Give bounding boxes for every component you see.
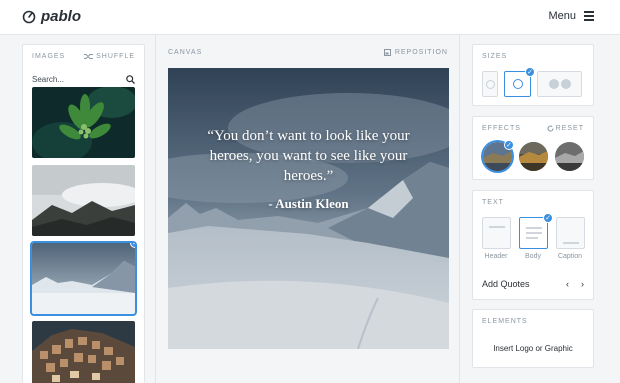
top-bar: pablo Menu	[0, 0, 620, 35]
canvas-area: CANVAS REPOSITION “You don’t want to loo…	[155, 35, 460, 383]
text-style-body-line	[526, 237, 538, 239]
text-style-header[interactable]	[482, 217, 511, 249]
effect-swatch-mono[interactable]	[555, 142, 584, 171]
design-canvas[interactable]: “You don’t want to look like your heroes…	[168, 68, 449, 349]
logo-text: pablo	[41, 8, 81, 25]
selected-check-icon: ✓	[504, 140, 514, 150]
effects-title: EFFECTS	[482, 125, 521, 132]
effect-preview-mono	[555, 142, 584, 171]
text-style-body-line	[526, 232, 542, 234]
previous-quote-arrow-icon[interactable]: ‹	[566, 279, 569, 289]
search-icon[interactable]	[126, 74, 135, 84]
left-gutter	[0, 35, 22, 383]
reset-icon	[547, 125, 554, 132]
snow-mountains-image	[32, 243, 135, 314]
image-thumbnail-hillside-town[interactable]	[32, 321, 135, 383]
shuffle-label: SHUFFLE	[96, 53, 135, 60]
text-style-caption-label: Caption	[557, 253, 583, 260]
text-style-header-line	[489, 226, 505, 228]
menu-label: Menu	[548, 10, 576, 22]
selected-check-icon: ✓	[543, 213, 553, 223]
size-option-facebook-twitter[interactable]	[537, 71, 582, 97]
quote-author[interactable]: - Austin Kleon	[168, 196, 449, 212]
image-thumbnail-snow-mountains[interactable]: ✓	[30, 241, 137, 316]
image-thumbnail-leaves[interactable]	[32, 87, 135, 158]
text-panel: TEXT Header ✓ Body Caption Add Quotes ‹ …	[472, 190, 594, 300]
text-title: TEXT	[482, 199, 504, 206]
search-input[interactable]: Search...	[32, 71, 135, 87]
reset-button[interactable]: RESET	[547, 125, 584, 132]
pablo-logo-icon	[22, 10, 36, 23]
reposition-icon	[383, 49, 391, 56]
logo[interactable]: pablo	[22, 8, 81, 25]
mist-mountain-image	[32, 165, 135, 236]
insert-logo-button[interactable]: Insert Logo or Graphic	[473, 344, 593, 353]
text-style-body-line	[526, 227, 542, 229]
twitter-icon	[560, 79, 571, 89]
size-option-instagram[interactable]: ✓	[504, 67, 535, 97]
size-option-pinterest[interactable]	[482, 71, 498, 97]
reposition-label: REPOSITION	[394, 49, 448, 56]
text-style-caption-line	[563, 242, 579, 244]
facebook-icon	[548, 79, 559, 89]
text-style-header-label: Header	[484, 253, 508, 260]
text-style-body[interactable]	[519, 217, 548, 249]
text-style-body-label: Body	[525, 253, 541, 260]
hamburger-icon	[584, 11, 594, 21]
leaves-image	[32, 87, 135, 158]
add-quotes-row: Add Quotes ‹ ›	[482, 279, 584, 289]
hillside-town-image	[32, 321, 135, 383]
canvas-title: CANVAS	[168, 49, 203, 56]
sizes-panel: SIZES ✓	[472, 44, 594, 106]
quote-text[interactable]: “You don’t want to look like your heroes…	[198, 126, 419, 186]
images-panel: IMAGES SHUFFLE Search...	[22, 44, 145, 383]
reposition-button[interactable]: REPOSITION	[383, 49, 448, 56]
sizes-title: SIZES	[482, 53, 508, 60]
elements-title: ELEMENTS	[482, 318, 528, 325]
instagram-icon	[512, 79, 523, 89]
effect-swatch-warm[interactable]	[519, 142, 548, 171]
images-title: IMAGES	[32, 53, 66, 60]
shuffle-button[interactable]: SHUFFLE	[84, 53, 135, 60]
add-quotes-button[interactable]: Add Quotes	[482, 279, 530, 289]
shuffle-icon	[84, 54, 94, 59]
menu-button[interactable]: Menu	[548, 10, 594, 22]
pinterest-icon	[485, 79, 495, 89]
effect-preview-warm	[519, 142, 548, 171]
next-quote-arrow-icon[interactable]: ›	[581, 279, 584, 289]
elements-panel: ELEMENTS Insert Logo or Graphic	[472, 309, 594, 368]
search-placeholder: Search...	[32, 74, 65, 84]
effects-panel: EFFECTS RESET ✓	[472, 116, 594, 180]
image-thumbnail-mist-mountain[interactable]	[32, 165, 135, 236]
text-style-caption[interactable]	[556, 217, 585, 249]
selected-check-icon: ✓	[525, 67, 535, 77]
reset-label: RESET	[555, 125, 584, 132]
